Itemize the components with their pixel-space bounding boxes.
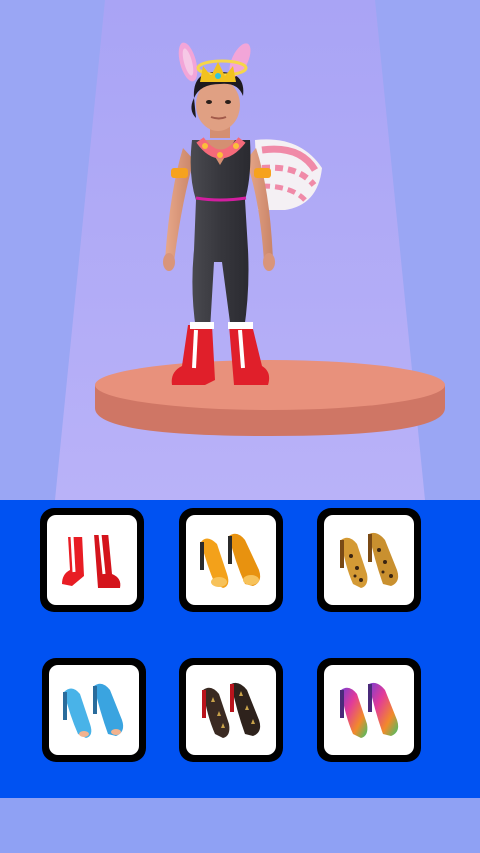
shoe-option-rainbow-pumps[interactable]: rainbow-pumps: [317, 658, 421, 762]
rainbow-pumps-icon: [340, 682, 399, 738]
shoe-option-label: leopard-pumps: [324, 515, 325, 516]
bottom-strip: [0, 798, 480, 853]
pedestal: [95, 360, 445, 436]
orange-pumps-icon: [200, 533, 261, 588]
shoe-selection-panel: red-boots orange-pumps: [0, 500, 480, 798]
armband-right: [254, 168, 271, 178]
leopard-pumps-icon: [340, 532, 399, 588]
shoe-option-leopard-pumps[interactable]: leopard-pumps: [317, 508, 421, 612]
shoe-option-label: blue-peeptoe: [49, 665, 50, 666]
shoe-option-label: rainbow-pumps: [324, 665, 325, 666]
stage-scene: [55, 0, 445, 500]
shoe-option-label: spiked-pumps: [186, 665, 187, 666]
red-boots-icon: [62, 530, 121, 588]
shoe-option-label: orange-pumps: [186, 515, 187, 516]
shoe-option-orange-pumps[interactable]: orange-pumps: [179, 508, 283, 612]
shoe-option-blue-peeptoe[interactable]: blue-peeptoe: [42, 658, 146, 762]
blue-peeptoe-icon: [63, 683, 124, 738]
shoe-option-red-boots[interactable]: red-boots: [40, 508, 144, 612]
spiked-pumps-icon: [202, 682, 261, 738]
game-stage: [0, 0, 480, 500]
shoe-option-label: red-boots: [47, 515, 48, 516]
armband-left: [171, 168, 188, 178]
shoe-option-spiked-pumps[interactable]: spiked-pumps: [179, 658, 283, 762]
